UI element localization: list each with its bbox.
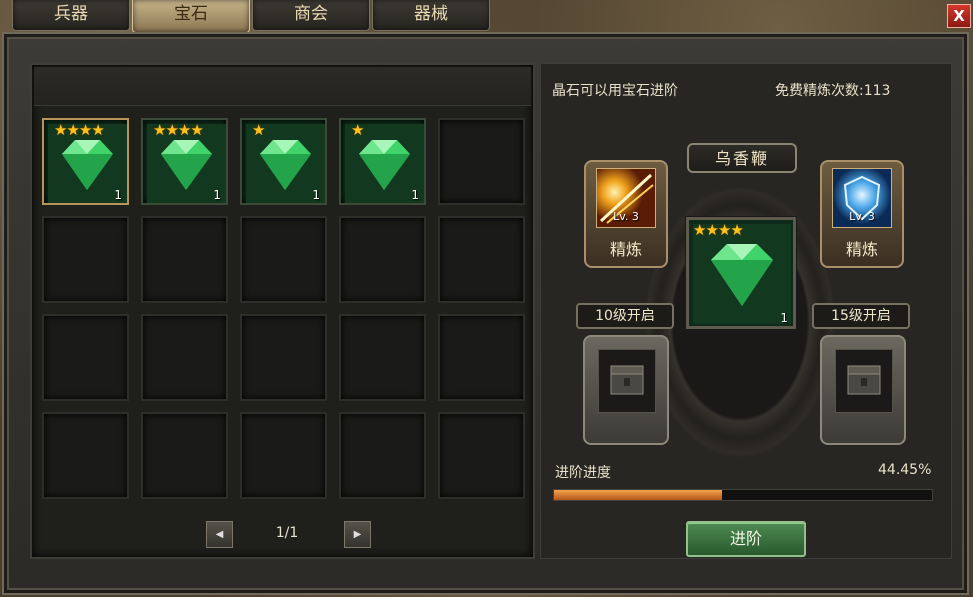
star-rating: ★★★★ — [54, 121, 105, 139]
tab-gems[interactable]: 宝石 — [132, 0, 250, 33]
upgrade-hint: 晶石可以用宝石进阶 — [552, 83, 678, 99]
progress-fill — [554, 490, 723, 500]
prev-page-button[interactable]: ◀ — [206, 521, 233, 548]
next-page-button[interactable]: ▶ — [344, 521, 371, 548]
tab-weapons[interactable]: 兵器 — [12, 0, 130, 31]
locked-slot-left[interactable] — [583, 335, 669, 445]
gem-count: 1 — [312, 188, 320, 202]
empty-slot[interactable] — [339, 216, 426, 303]
gem-slot[interactable]: ★ 1 — [339, 118, 426, 205]
empty-slot[interactable] — [141, 216, 228, 303]
gem-count: 1 — [411, 188, 419, 202]
empty-slot[interactable] — [438, 412, 525, 499]
progress-bar — [553, 489, 933, 501]
tab-bar: 兵器 宝石 商会 器械 — [0, 0, 500, 33]
gem-slot[interactable]: ★★★★ 1 — [42, 118, 129, 205]
advance-button[interactable]: 进阶 — [686, 521, 806, 557]
free-refine-label: 免费精炼次数:113 — [775, 83, 891, 99]
progress-label: 进阶进度 — [555, 465, 611, 481]
gem-count: 1 — [780, 311, 788, 325]
refine-skill-left[interactable]: Lv. 3 精炼 — [584, 160, 668, 268]
unlock-level-10: 10级开启 — [576, 303, 674, 329]
locked-slot-right[interactable] — [820, 335, 906, 445]
inventory-header — [34, 67, 531, 106]
empty-slot[interactable] — [339, 412, 426, 499]
empty-slot[interactable] — [438, 314, 525, 401]
empty-slot[interactable] — [42, 314, 129, 401]
empty-slot[interactable] — [438, 216, 525, 303]
skill-level: Lv. 3 — [849, 210, 875, 223]
lock-chest-icon — [598, 349, 656, 413]
refine-skill-right[interactable]: Lv. 3 精炼 — [820, 160, 904, 268]
empty-slot[interactable] — [240, 314, 327, 401]
free-refine-count: 113 — [863, 83, 891, 99]
empty-slot[interactable] — [141, 412, 228, 499]
empty-slot[interactable] — [42, 412, 129, 499]
gem-count: 1 — [114, 188, 122, 202]
progress-percent: 44.45% — [878, 462, 932, 478]
star-rating: ★ — [351, 121, 364, 139]
center-gem-slot[interactable]: ★★★★ 1 — [686, 217, 796, 329]
star-rating: ★★★★ — [153, 121, 204, 139]
empty-slot[interactable] — [339, 314, 426, 401]
lock-chest-icon — [835, 349, 893, 413]
empty-slot[interactable] — [42, 216, 129, 303]
empty-slot[interactable] — [141, 314, 228, 401]
page-indicator: 1/1 — [275, 525, 299, 541]
gem-count: 1 — [213, 188, 221, 202]
weapon-name-plate: 乌香鞭 — [687, 143, 797, 173]
tab-guild[interactable]: 商会 — [252, 0, 370, 31]
skill-level: Lv. 3 — [613, 210, 639, 223]
gem-slot[interactable]: ★★★★ 1 — [141, 118, 228, 205]
empty-slot[interactable] — [240, 216, 327, 303]
close-button[interactable]: X — [947, 4, 971, 28]
empty-slot[interactable] — [240, 412, 327, 499]
star-rating: ★★★★ — [693, 221, 744, 239]
empty-slot[interactable] — [438, 118, 525, 205]
star-rating: ★ — [252, 121, 265, 139]
refine-label: 精炼 — [609, 240, 642, 259]
tab-machinery[interactable]: 器械 — [372, 0, 490, 31]
gem-slot[interactable]: ★ 1 — [240, 118, 327, 205]
refine-label: 精炼 — [845, 240, 878, 259]
unlock-level-15: 15级开启 — [812, 303, 910, 329]
